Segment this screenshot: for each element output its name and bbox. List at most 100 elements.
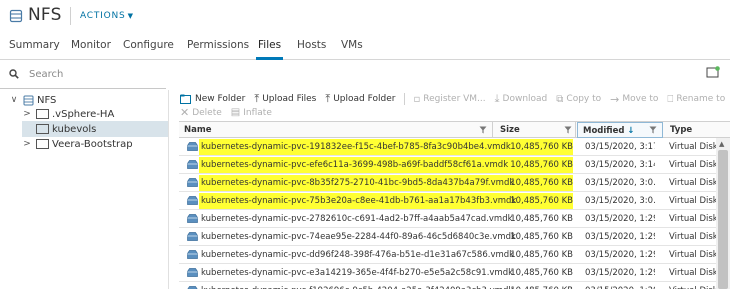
active-tab-indicator (256, 57, 283, 60)
upload-files-button[interactable]: ⤒ Upload Files (254, 92, 316, 106)
search-input[interactable] (29, 67, 159, 81)
new-folder-label: New Folder (195, 94, 246, 104)
grid-scrollbar[interactable]: ▲ (716, 138, 730, 289)
tree-item-kubevols[interactable]: kubevols (22, 121, 169, 137)
new-folder-button[interactable]: New Folder (180, 94, 245, 104)
file-modified: 03/15/2020, 3:14:... (585, 160, 655, 170)
table-row[interactable]: kubernetes-dynamic-pvc-efe6c11a-3699-498… (179, 156, 717, 174)
chevron-down-icon: ▼ (127, 12, 134, 20)
table-row[interactable]: kubernetes-dynamic-pvc-e3a14219-365e-4f4… (179, 264, 717, 282)
upload-files-label: Upload Files (262, 94, 317, 104)
upload-icon: ⤒ (325, 92, 331, 105)
upload-folder-button[interactable]: ⤒ Upload Folder (325, 92, 395, 106)
column-resizer[interactable] (575, 122, 576, 138)
file-name: kubernetes-dynamic-pvc-75b3e20a-c8ee-41d… (201, 196, 517, 206)
scrollbar-thumb[interactable] (718, 150, 728, 289)
table-row[interactable]: kubernetes-dynamic-pvc-74eae95e-2284-44f… (179, 228, 717, 246)
new-vm-icon[interactable] (706, 66, 720, 78)
file-size: 10,485,760 KB (510, 214, 573, 224)
tree-item-vsphere-ha[interactable]: > .vSphere-HA (22, 106, 118, 122)
tab-bar: Summary Monitor Configure Permissions Fi… (0, 34, 730, 60)
rename-to-label: Rename to (676, 94, 726, 104)
inflate-button[interactable]: ▤ Inflate (231, 107, 272, 118)
copy-to-button[interactable]: ⧉ Copy to (556, 94, 601, 105)
column-resizer[interactable] (492, 122, 493, 138)
tab-summary[interactable]: Summary (9, 39, 60, 51)
file-size: 10,485,760 KB (510, 232, 573, 242)
tab-vms[interactable]: VMs (341, 39, 363, 51)
virtual-disk-icon (187, 214, 198, 223)
filter-icon[interactable] (649, 126, 657, 134)
file-toolbar: New Folder ⤒ Upload Files ⤒ Upload Folde… (180, 92, 730, 106)
table-row[interactable]: kubernetes-dynamic-pvc-8b35f275-2710-41b… (179, 174, 717, 192)
datastore-icon (23, 95, 34, 105)
rename-icon: ⎕ (667, 93, 674, 105)
copy-to-label: Copy to (566, 94, 602, 104)
copy-icon: ⧉ (556, 93, 564, 105)
column-size-label: Size (500, 125, 520, 135)
column-header-size[interactable]: Size (495, 122, 575, 138)
header-divider (70, 7, 71, 25)
file-grid: Name Size Modified ↓ Type kubernetes-dyn… (179, 121, 730, 289)
table-row[interactable]: kubernetes-dynamic-pvc-f192696c-9c5b-420… (179, 282, 717, 289)
chevron-right-icon[interactable]: > (22, 109, 32, 119)
file-name: kubernetes-dynamic-pvc-dd96f248-398f-476… (201, 250, 515, 260)
column-header-name[interactable]: Name (179, 122, 495, 138)
file-name: kubernetes-dynamic-pvc-74eae95e-2284-44f… (201, 232, 516, 242)
column-header-type[interactable]: Type (665, 122, 717, 138)
tab-permissions[interactable]: Permissions (187, 39, 249, 51)
tab-configure[interactable]: Configure (123, 39, 174, 51)
table-row[interactable]: kubernetes-dynamic-pvc-191832ee-f15c-4be… (179, 138, 717, 156)
filter-icon[interactable] (564, 126, 572, 134)
file-modified: 03/15/2020, 1:29... (585, 268, 655, 278)
chevron-down-icon[interactable]: ∨ (9, 95, 19, 105)
column-modified-label: Modified (583, 126, 625, 136)
file-type: Virtual Disk (669, 232, 717, 242)
toolbar-divider (404, 93, 406, 105)
tab-files[interactable]: Files (258, 39, 281, 51)
upload-folder-label: Upload Folder (333, 94, 396, 104)
file-name: kubernetes-dynamic-pvc-2782610c-c691-4ad… (201, 214, 513, 224)
scroll-up-icon[interactable]: ▲ (719, 140, 724, 148)
virtual-disk-icon (187, 250, 198, 259)
file-modified: 03/15/2020, 1:29... (585, 214, 655, 224)
file-type: Virtual Disk (669, 178, 717, 188)
file-size: 10,485,760 KB (510, 250, 573, 260)
folder-icon (36, 124, 49, 134)
file-modified: 03/15/2020, 3:0... (585, 178, 655, 188)
file-type: Virtual Disk (669, 160, 717, 170)
tab-hosts[interactable]: Hosts (297, 39, 326, 51)
download-button[interactable]: ⤓ Download (495, 92, 548, 106)
file-type: Virtual Disk (669, 196, 717, 206)
move-to-button[interactable]: → Move to (610, 93, 658, 106)
delete-button[interactable]: ✕ Delete (180, 106, 222, 119)
file-size: 10,485,760 KB (510, 196, 573, 206)
virtual-disk-icon (187, 178, 198, 187)
tree-item-veera-bootstrap[interactable]: > Veera-Bootstrap (22, 136, 132, 152)
table-row[interactable]: kubernetes-dynamic-pvc-2782610c-c691-4ad… (179, 210, 717, 228)
file-modified: 03/15/2020, 1:29... (585, 232, 655, 242)
delete-label: Delete (192, 107, 222, 118)
file-type: Virtual Disk (669, 142, 717, 152)
column-name-label: Name (184, 125, 212, 135)
filter-icon[interactable] (479, 126, 487, 134)
file-modified: 03/15/2020, 3:17:... (585, 142, 655, 152)
register-vm-button[interactable]: ▫ Register VM... (413, 94, 485, 105)
rename-to-button[interactable]: ⎕ Rename to (667, 94, 725, 105)
inflate-icon: ▤ (230, 107, 241, 118)
table-row[interactable]: kubernetes-dynamic-pvc-75b3e20a-c8ee-41d… (179, 192, 717, 210)
file-size: 10,485,760 KB (510, 268, 573, 278)
tree-item-label: kubevols (52, 123, 97, 135)
table-row[interactable]: kubernetes-dynamic-pvc-dd96f248-398f-476… (179, 246, 717, 264)
file-modified: 03/15/2020, 3:0... (585, 196, 655, 206)
pane-divider (168, 90, 169, 289)
file-type: Virtual Disk (669, 214, 717, 224)
datastore-icon (9, 9, 23, 23)
inflate-label: Inflate (243, 107, 272, 118)
file-name: kubernetes-dynamic-pvc-f192696c-9c5b-420… (201, 282, 541, 289)
file-size: 10,485,760 KB (510, 142, 573, 152)
virtual-disk-icon (187, 142, 198, 151)
chevron-right-icon[interactable]: > (22, 139, 32, 149)
actions-menu-button[interactable]: ACTIONS ▼ (80, 11, 134, 21)
tab-monitor[interactable]: Monitor (71, 39, 111, 51)
